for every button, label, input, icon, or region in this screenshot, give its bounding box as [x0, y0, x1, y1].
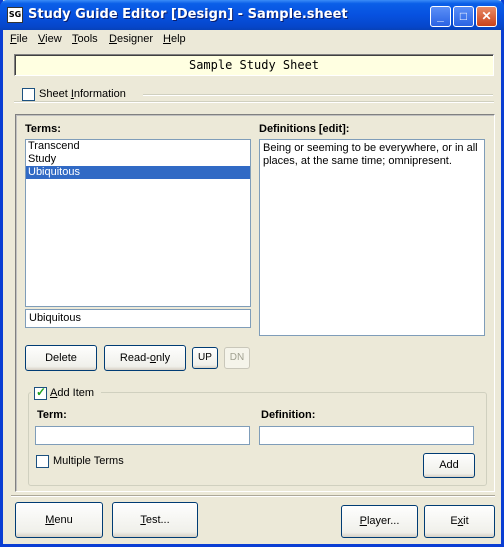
exit-button[interactable]: Exit: [424, 505, 495, 538]
sheet-title: Sample Study Sheet: [14, 54, 494, 76]
title-bar[interactable]: SG Study Guide Editor [Design] - Sample.…: [0, 0, 504, 30]
multiple-terms-label[interactable]: Multiple Terms: [53, 455, 124, 467]
player-button[interactable]: Player...: [341, 505, 418, 538]
definitions-heading: Definitions [edit]:: [259, 123, 350, 135]
study-guide-editor-window: SG Study Guide Editor [Design] - Sample.…: [0, 0, 504, 547]
definition-textarea[interactable]: Being or seeming to be everywhere, or in…: [259, 139, 485, 336]
multiple-terms-checkbox[interactable]: [36, 455, 49, 468]
delete-button[interactable]: Delete: [25, 345, 97, 371]
sheet-information-divider: [143, 94, 493, 96]
menu-view[interactable]: View: [38, 33, 62, 45]
terms-heading: Terms:: [25, 123, 61, 135]
move-down-button[interactable]: DN: [224, 347, 250, 369]
bottom-separator: [11, 495, 495, 497]
add-item-checkbox[interactable]: [34, 385, 47, 400]
test-button[interactable]: Test...: [112, 502, 198, 538]
list-item[interactable]: Transcend: [26, 140, 250, 153]
menu-file[interactable]: File: [10, 33, 28, 45]
maximize-button[interactable]: □: [453, 6, 474, 27]
add-item-label[interactable]: Add Item: [50, 387, 94, 399]
terms-list[interactable]: Transcend Study Ubiquitous: [25, 139, 251, 307]
definition-label: Definition:: [261, 409, 316, 421]
list-item[interactable]: Study: [26, 153, 250, 166]
window-title: Study Guide Editor [Design] - Sample.she…: [28, 7, 348, 22]
new-term-input[interactable]: [35, 426, 250, 445]
sheet-information-label[interactable]: Sheet Information: [39, 88, 126, 100]
add-button[interactable]: Add: [423, 453, 475, 478]
sheet-information-checkbox[interactable]: [22, 88, 35, 101]
menu-designer[interactable]: Designer: [109, 33, 153, 45]
menu-bar: File View Tools Designer Help: [3, 30, 501, 49]
move-up-button[interactable]: UP: [192, 347, 218, 369]
term-label: Term:: [37, 409, 67, 421]
menu-tools[interactable]: Tools: [72, 33, 98, 45]
app-icon: SG: [7, 7, 23, 23]
term-edit-field[interactable]: Ubiquitous: [25, 309, 251, 328]
list-item-selected[interactable]: Ubiquitous: [26, 166, 250, 179]
menu-button[interactable]: Menu: [15, 502, 103, 538]
new-definition-input[interactable]: [259, 426, 474, 445]
read-only-button[interactable]: Read-only: [104, 345, 186, 371]
sheet-information-bottom-divider: [14, 101, 494, 103]
close-button[interactable]: ✕: [476, 6, 497, 27]
minimize-button[interactable]: _: [430, 6, 451, 27]
menu-help[interactable]: Help: [163, 33, 186, 45]
